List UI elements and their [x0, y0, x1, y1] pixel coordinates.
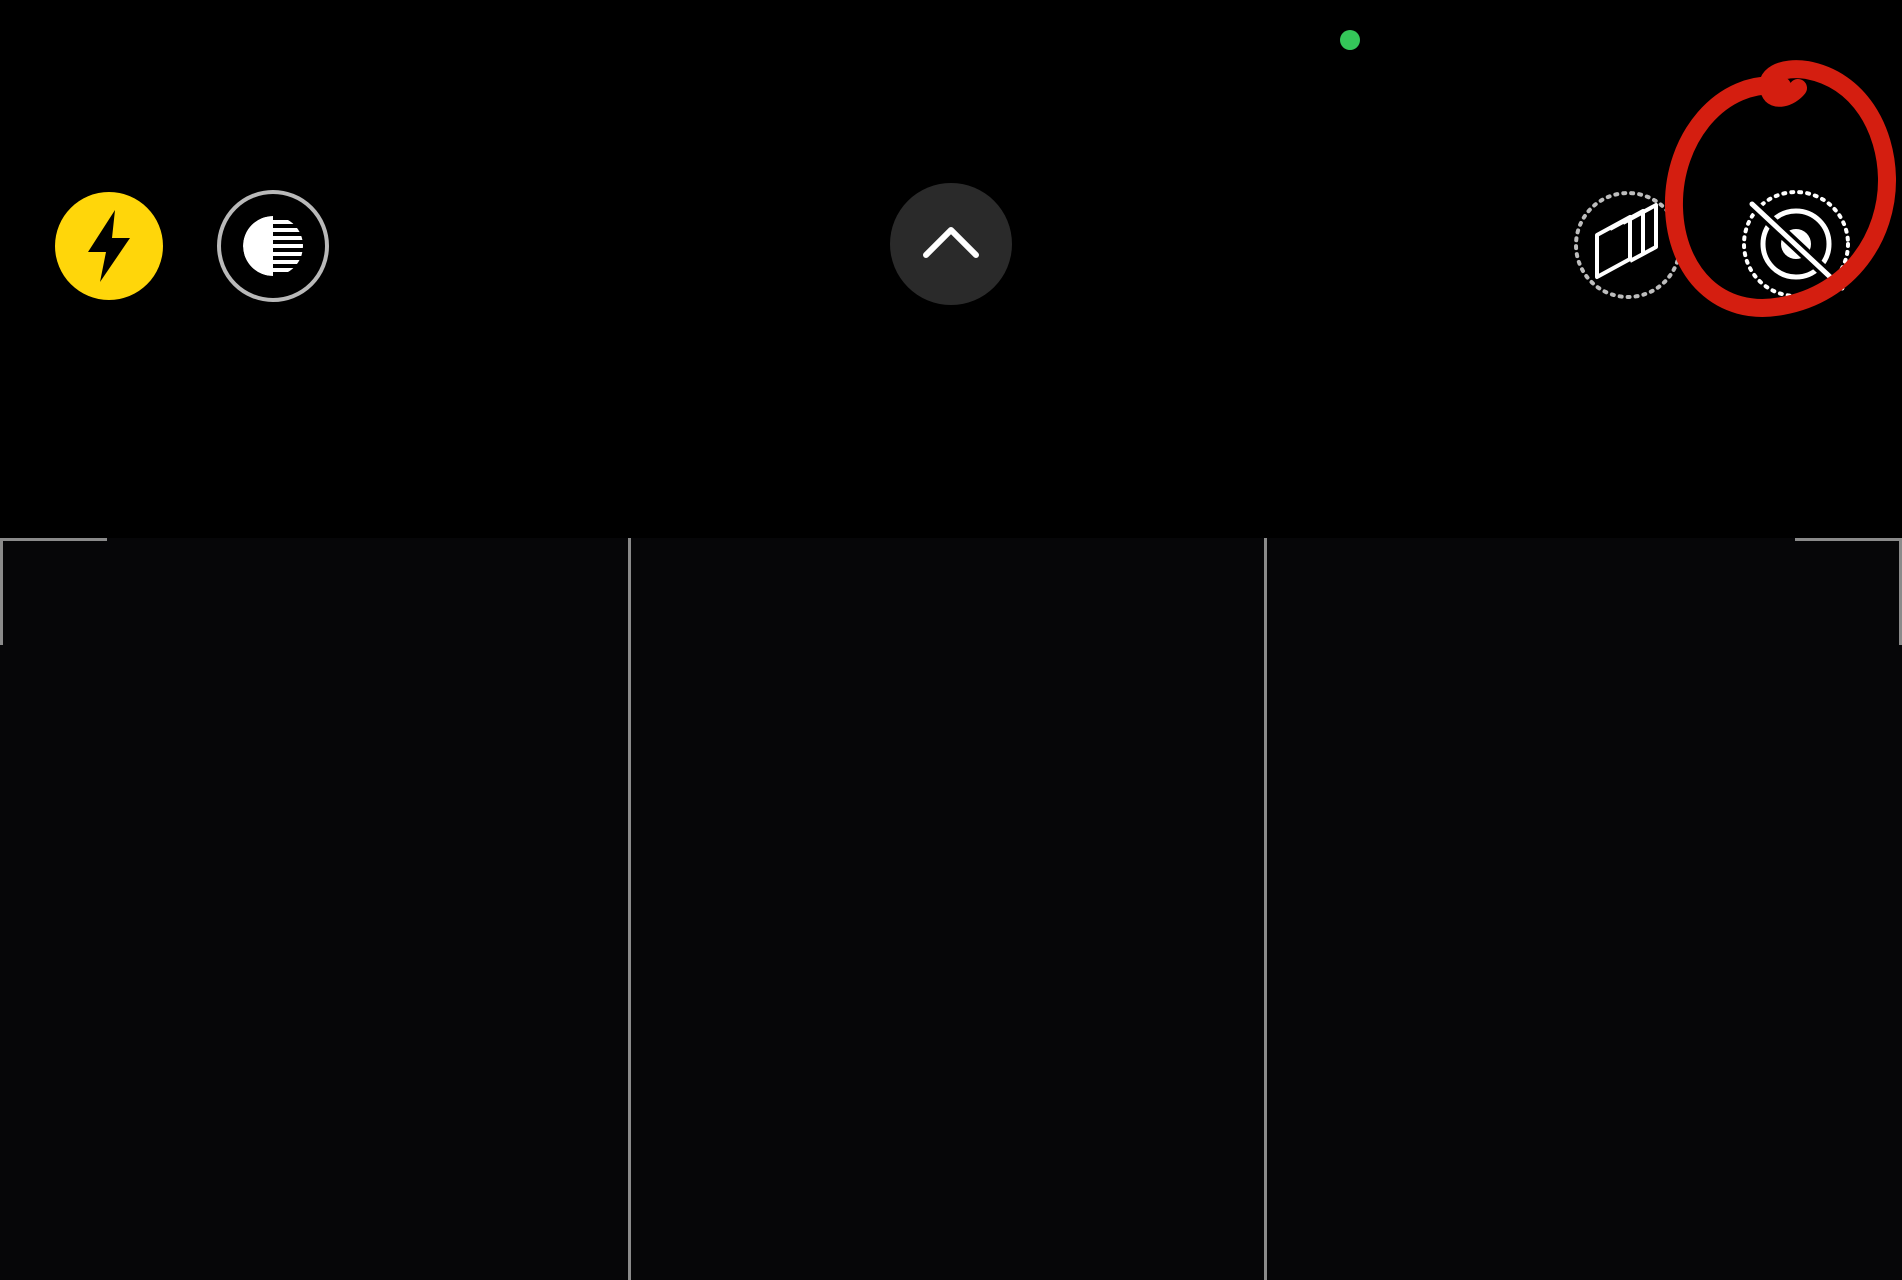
viewfinder-corner-top-right	[1795, 538, 1902, 645]
camera-screen	[0, 0, 1902, 1280]
grid-line-vertical-1	[628, 538, 631, 1280]
viewfinder-corner-top-left	[0, 538, 107, 645]
flash-button[interactable]	[55, 192, 163, 300]
live-photo-off-icon	[1742, 190, 1850, 298]
live-photo-button[interactable]	[1738, 186, 1854, 302]
camera-top-bar	[0, 0, 1902, 540]
flash-icon	[55, 192, 163, 300]
chevron-up-icon	[923, 227, 979, 258]
more-controls-button[interactable]	[890, 183, 1012, 305]
camera-viewfinder[interactable]	[0, 538, 1902, 1280]
photographic-styles-button[interactable]	[1572, 189, 1684, 301]
photographic-styles-icon	[1574, 191, 1682, 299]
privacy-indicator-dot	[1340, 30, 1360, 50]
night-mode-icon	[243, 216, 303, 276]
night-mode-button[interactable]	[217, 190, 329, 302]
grid-line-vertical-2	[1264, 538, 1267, 1280]
